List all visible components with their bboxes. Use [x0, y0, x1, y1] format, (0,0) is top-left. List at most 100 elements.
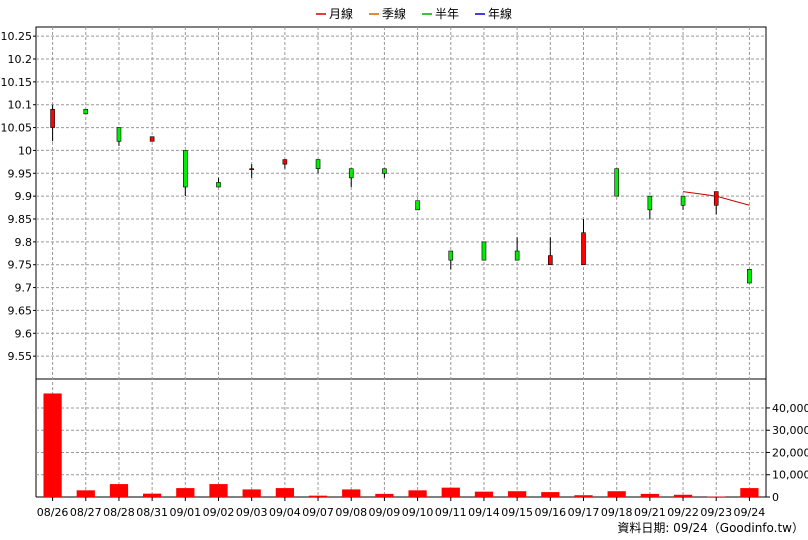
volume-tick-label: 0	[772, 491, 779, 504]
candles	[50, 104, 752, 284]
price-tick-label: 9.9	[15, 190, 33, 203]
price-tick-label: 10.25	[1, 30, 33, 43]
date-tick-label: 09/24	[734, 506, 766, 519]
volume-bar	[607, 491, 626, 497]
candle-body	[448, 250, 454, 261]
volume-bar	[43, 393, 62, 497]
candle-body	[713, 191, 719, 206]
date-tick-label: 09/14	[468, 506, 500, 519]
volume-tick-label: 30,000	[772, 424, 808, 437]
candle-body	[614, 168, 619, 197]
candle-body	[83, 108, 89, 115]
date-tick-label: 09/03	[236, 506, 268, 519]
candle-body	[183, 150, 188, 188]
data-date-footer: 資料日期: 09/24（Goodinfo.tw）	[617, 521, 804, 535]
legend-label: 季線	[382, 6, 406, 21]
price-tick-label: 9.85	[8, 213, 33, 226]
price-tick-label: 9.75	[8, 259, 33, 272]
candle-body	[481, 241, 487, 261]
volume-bar	[308, 495, 328, 497]
date-tick-label: 09/09	[369, 506, 401, 519]
volume-bar	[640, 493, 659, 497]
candle-body	[747, 268, 752, 284]
volume-axis: 0 10,000 20,000 30,000 40,000	[766, 402, 808, 504]
volume-bar	[176, 488, 195, 497]
volume-bar	[474, 491, 494, 497]
candle-body	[647, 195, 653, 211]
date-tick-label: 09/04	[269, 506, 301, 519]
price-tick-label: 10	[18, 144, 32, 157]
price-axis: 9.55 9.6 9.65 9.7 9.75 9.8 9.85 9.9 9.95 10 10.05 1…	[1, 30, 36, 363]
volume-bar	[242, 489, 261, 497]
candle-body	[514, 250, 520, 261]
price-tick-label: 10.15	[1, 76, 33, 89]
price-tick-label: 10.2	[8, 53, 33, 66]
price-tick-label: 9.6	[15, 327, 33, 340]
volume-bar	[375, 493, 394, 497]
price-tick-label: 9.95	[8, 167, 33, 180]
volume-bar	[342, 489, 361, 497]
volume-bars	[43, 393, 759, 498]
candle-body	[50, 108, 55, 128]
volume-tick-label: 20,000	[772, 446, 808, 459]
candle-body	[149, 136, 155, 142]
volume-bar	[574, 495, 593, 497]
date-tick-label: 08/27	[70, 506, 102, 519]
candle-body	[581, 232, 586, 266]
volume-tick-label: 40,000	[772, 402, 808, 415]
date-tick-label: 08/28	[103, 506, 135, 519]
price-tick-label: 9.55	[8, 350, 33, 363]
volume-bar	[209, 484, 228, 497]
price-tick-label: 9.7	[15, 282, 33, 295]
volume-bar	[143, 493, 162, 497]
candle-body	[348, 168, 354, 179]
volume-bar	[673, 494, 693, 497]
date-tick-label: 09/16	[534, 506, 566, 519]
date-tick-label: 09/07	[302, 506, 334, 519]
price-tick-label: 9.8	[15, 236, 33, 249]
date-tick-label: 09/08	[335, 506, 367, 519]
price-tick-label: 9.65	[8, 304, 33, 317]
date-tick-label: 08/31	[136, 506, 168, 519]
volume-bar	[541, 492, 560, 497]
legend-label: 半年	[435, 7, 459, 21]
candle-body	[548, 255, 553, 266]
candle-body	[315, 159, 321, 170]
volume-bar	[740, 488, 759, 497]
volume-bar	[76, 490, 95, 497]
date-tick-label: 09/22	[667, 506, 699, 519]
volume-bar	[408, 490, 427, 497]
legend: 月線 季線 半年 年線	[316, 6, 512, 21]
legend-label: 年線	[488, 6, 512, 21]
volume-bar	[707, 496, 726, 498]
candle-body	[282, 159, 288, 165]
price-tick-label: 10.05	[1, 122, 33, 135]
date-tick-label: 09/15	[501, 506, 533, 519]
date-tick-label: 09/18	[601, 506, 633, 519]
date-tick-label: 09/11	[435, 506, 467, 519]
stock-chart: 月線 季線 半年 年線 9.55 9.6 9.65 9.7 9.75 9.8 9.85 9.9 9.9…	[1, 6, 808, 535]
date-tick-label: 09/02	[203, 506, 235, 519]
volume-bar	[109, 484, 129, 497]
candle-body	[680, 195, 686, 206]
grid	[35, 26, 767, 498]
candle-body	[116, 127, 122, 142]
candle-body	[216, 182, 221, 188]
price-tick-label: 10.1	[8, 99, 33, 112]
date-tick-label: 09/21	[634, 506, 666, 519]
volume-tick-label: 10,000	[772, 469, 808, 482]
candle-body	[415, 200, 420, 211]
volume-bar	[441, 487, 460, 497]
date-tick-label: 09/10	[402, 506, 434, 519]
date-tick-label: 09/23	[700, 506, 732, 519]
volume-bar	[275, 488, 294, 497]
date-tick-label: 08/26	[37, 506, 69, 519]
date-tick-label: 09/01	[169, 506, 201, 519]
date-axis: 08/26 08/27 08/28 08/31 09/01 09/02 09/03 09/04…	[37, 497, 766, 519]
volume-bar	[508, 491, 527, 497]
legend-label: 月線	[329, 6, 353, 21]
date-tick-label: 09/17	[568, 506, 600, 519]
candle-body	[249, 168, 254, 171]
candle-body	[382, 168, 387, 174]
price-plot-border	[35, 26, 767, 380]
